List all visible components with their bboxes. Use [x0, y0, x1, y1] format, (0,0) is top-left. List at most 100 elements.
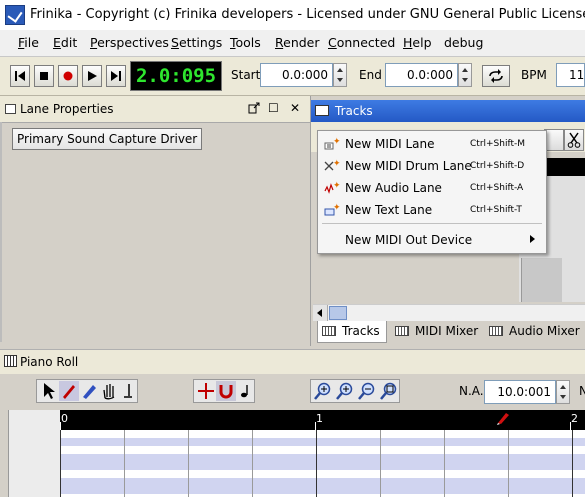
zoom-fit-icon[interactable] — [379, 381, 399, 401]
scroll-left-button[interactable] — [313, 305, 328, 321]
zoom-tools-group — [310, 379, 400, 403]
menu-item-new-midi-lane[interactable]: ✦ New MIDI Lane Ctrl+Shift-M — [320, 133, 544, 155]
tracks-tab-icon — [322, 326, 336, 336]
text-lane-icon: ✦ — [324, 203, 340, 216]
ruler-label: 2 — [571, 412, 578, 425]
svg-text:✦: ✦ — [333, 137, 340, 147]
skip-to-end-button[interactable] — [106, 65, 126, 87]
end-field[interactable]: 0.0:000 — [385, 63, 458, 87]
new-lane-context-menu: ✦ New MIDI Lane Ctrl+Shift-M ✦ New MIDI … — [317, 130, 547, 254]
ruler-label: 1 — [316, 412, 323, 425]
pointer-icon[interactable] — [39, 381, 59, 401]
svg-text:✦: ✦ — [333, 159, 340, 169]
start-label: Start — [231, 68, 261, 82]
scroll-thumb[interactable] — [329, 306, 347, 320]
svg-text:✦: ✦ — [333, 203, 340, 213]
tab-midi-mixer[interactable]: MIDI Mixer — [391, 321, 484, 343]
start-field[interactable]: 0.0:000 — [260, 63, 333, 87]
bpm-label: BPM — [521, 68, 547, 82]
na-field[interactable]: 10.0:001 — [484, 380, 556, 404]
mixer-tab-icon — [489, 326, 503, 336]
n-label: N — [579, 384, 585, 398]
menu-tools[interactable]: Tools — [230, 35, 261, 50]
playhead-marker-icon[interactable] — [496, 411, 510, 425]
submenu-arrow-icon — [530, 235, 535, 243]
menu-help[interactable]: Help — [403, 35, 432, 50]
menu-bar: File Edit Perspectives Settings Tools Re… — [0, 30, 585, 57]
menu-item-new-midi-drum-lane[interactable]: ✦ New MIDI Drum Lane Ctrl+Shift-D — [320, 155, 544, 177]
piano-roll-header: Piano Roll — [0, 349, 585, 375]
magnet-icon[interactable] — [216, 381, 236, 401]
piano-icon — [4, 355, 17, 367]
menu-perspectives[interactable]: Perspectives — [90, 35, 169, 50]
zoom-in-vertical-icon[interactable] — [335, 381, 355, 401]
tab-audio-mixer[interactable]: Audio Mixer — [485, 321, 585, 343]
scissors-icon — [567, 132, 581, 148]
menu-item-new-midi-out-device[interactable]: New MIDI Out Device — [320, 229, 544, 251]
snap-tools-group — [193, 379, 255, 403]
panel-icon — [5, 104, 16, 114]
piano-roll-title: Piano Roll — [20, 355, 79, 369]
ruler-label: 0 — [61, 412, 68, 425]
menu-debug[interactable]: debug — [444, 35, 483, 50]
tab-tracks[interactable]: Tracks — [317, 321, 387, 343]
note-length-icon[interactable] — [119, 381, 139, 401]
menu-settings[interactable]: Settings — [171, 35, 222, 50]
play-button[interactable] — [82, 65, 102, 87]
menu-edit[interactable]: Edit — [53, 35, 77, 50]
maximize-icon[interactable]: ☐ — [268, 101, 279, 115]
stop-button[interactable] — [34, 65, 54, 87]
eraser-icon[interactable] — [79, 381, 99, 401]
window-title: Frinika - Copyright (c) Frinika develope… — [30, 7, 585, 22]
piano-keyboard — [0, 410, 61, 497]
close-icon[interactable]: ✕ — [290, 101, 300, 115]
tracks-lane-strip — [521, 258, 562, 302]
time-display: 2.0:095 — [130, 61, 222, 91]
end-spinner[interactable] — [458, 63, 472, 87]
lane-properties-header: Lane Properties ☐ ✕ — [0, 96, 310, 123]
tracks-tool-button[interactable] — [544, 129, 564, 151]
menu-separator — [322, 223, 542, 224]
menu-render[interactable]: Render — [275, 35, 320, 50]
pen-tool-icon[interactable] — [59, 381, 79, 401]
play-icon — [88, 71, 97, 81]
menu-file[interactable]: File — [18, 35, 39, 50]
loop-icon — [489, 69, 503, 83]
zoom-out-icon[interactable] — [357, 381, 377, 401]
quarter-note-icon[interactable] — [236, 381, 256, 401]
skip-back-icon — [15, 71, 25, 81]
tracks-horizontal-scrollbar[interactable] — [313, 304, 585, 321]
cut-button[interactable] — [564, 129, 584, 151]
piano-roll-grid[interactable] — [60, 430, 585, 497]
tracks-icon — [315, 105, 329, 116]
menu-connected[interactable]: Connected — [328, 35, 395, 50]
undock-icon[interactable] — [248, 102, 260, 114]
menu-item-new-audio-lane[interactable]: ✦ New Audio Lane Ctrl+Shift-A — [320, 177, 544, 199]
menu-item-new-text-lane[interactable]: ✦ New Text Lane Ctrl+Shift-T — [320, 199, 544, 221]
rewind-to-start-button[interactable] — [10, 65, 30, 87]
tracks-header: Tracks — [311, 100, 585, 122]
end-label: End — [359, 68, 382, 82]
record-button[interactable] — [58, 65, 78, 87]
edit-tools-group — [36, 379, 138, 403]
zoom-in-icon[interactable] — [313, 381, 333, 401]
primary-sound-capture-driver-button[interactable]: Primary Sound Capture Driver — [12, 128, 203, 150]
drum-lane-icon: ✦ — [324, 159, 340, 171]
svg-text:✦: ✦ — [333, 181, 340, 191]
start-spinner[interactable] — [333, 63, 347, 87]
lane-properties-panel: Lane Properties ☐ ✕ Primary Sound Captur… — [0, 96, 310, 346]
hand-icon[interactable] — [99, 381, 119, 401]
na-label: N.A. — [459, 384, 484, 398]
skip-forward-icon — [111, 71, 121, 81]
piano-keys-area[interactable] — [8, 410, 61, 497]
loop-button[interactable] — [482, 65, 510, 87]
snap-cursor-icon[interactable] — [196, 381, 216, 401]
na-spinner[interactable] — [556, 380, 570, 404]
frinika-app-icon — [5, 5, 25, 25]
mixer-tab-icon — [395, 326, 409, 336]
bpm-field[interactable]: 116 — [556, 63, 585, 87]
transport-toolbar: 2.0:095 Start 0.0:000 End 0.0:000 BPM 11… — [0, 57, 585, 96]
arrow-left-icon — [317, 309, 322, 317]
audio-lane-icon: ✦ — [324, 181, 340, 194]
piano-roll-toolbar: N.A. 10.0:001 N — [0, 374, 585, 410]
